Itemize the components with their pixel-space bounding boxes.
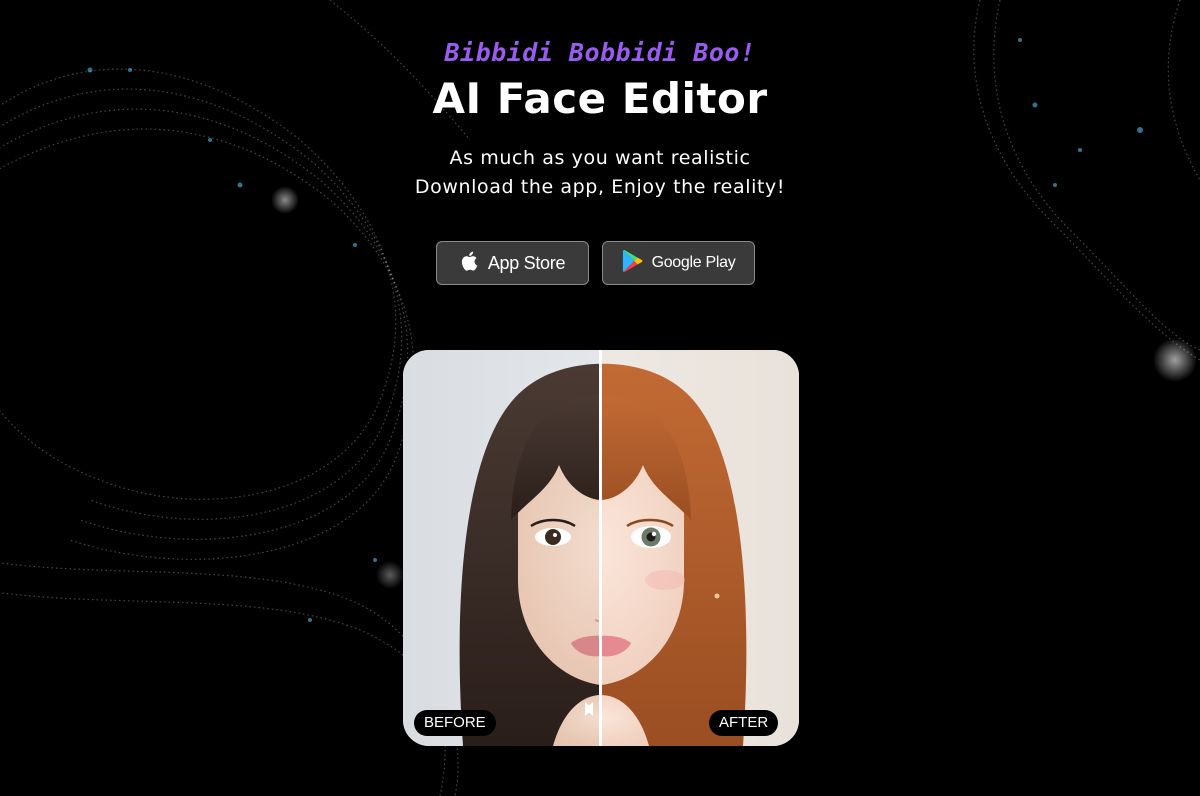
google-play-button[interactable]: Google Play	[602, 241, 755, 285]
app-store-label: App Store	[487, 252, 566, 273]
app-store-button[interactable]: App Store	[436, 241, 589, 285]
comparison-slider-handle[interactable]	[599, 350, 602, 746]
page-title: AI Face Editor	[432, 74, 768, 123]
before-badge: BEFORE	[414, 710, 496, 736]
subtitle-line-1: As much as you want realistic	[449, 147, 751, 169]
google-play-icon	[622, 249, 644, 277]
google-play-label: Google Play	[651, 254, 736, 271]
slider-arrows[interactable]	[583, 700, 619, 718]
subtitle-line-2: Download the app, Enjoy the reality!	[414, 176, 786, 198]
tagline: Bibbidi Bobbidi Boo!	[444, 38, 756, 67]
apple-icon	[460, 250, 480, 276]
after-badge: AFTER	[709, 710, 779, 736]
before-after-comparison[interactable]: BEFORE AFTER	[403, 350, 799, 746]
